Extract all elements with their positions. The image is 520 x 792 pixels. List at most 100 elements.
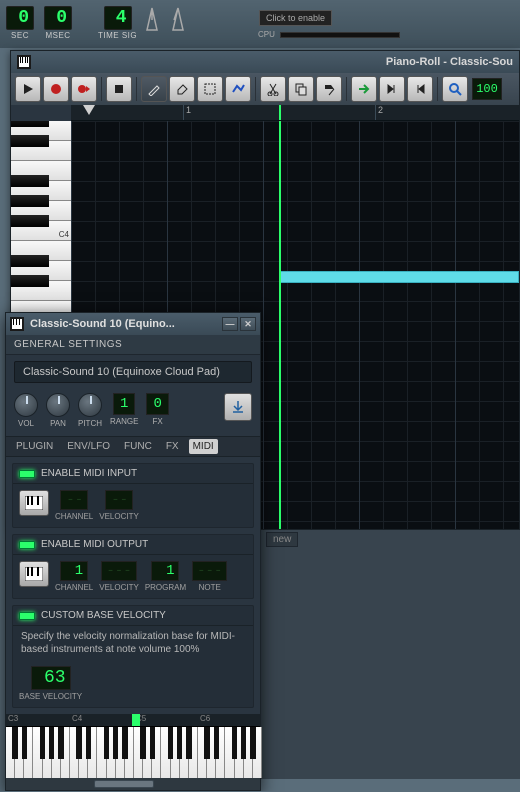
midi-out-program[interactable]: 1 (151, 561, 179, 581)
mini-black-key[interactable] (150, 727, 155, 759)
save-preset-button[interactable] (224, 393, 252, 421)
start-button[interactable] (407, 76, 433, 102)
mini-black-key[interactable] (214, 727, 219, 759)
midi-output-toggle[interactable] (19, 541, 35, 549)
mini-black-key[interactable] (86, 727, 91, 759)
pitch-label: PITCH (78, 419, 102, 428)
playhead[interactable] (279, 121, 281, 529)
black-key[interactable] (11, 135, 49, 147)
copy-button[interactable] (288, 76, 314, 102)
pitch-knob[interactable] (78, 393, 102, 417)
close-button[interactable]: ✕ (240, 317, 256, 331)
mini-black-key[interactable] (177, 727, 182, 759)
volume-knob[interactable] (14, 393, 38, 417)
black-key[interactable] (11, 275, 49, 287)
mini-black-key[interactable] (186, 727, 191, 759)
cut-button[interactable] (260, 76, 286, 102)
tab-func[interactable]: FUNC (120, 439, 156, 454)
tab-fx[interactable]: FX (162, 439, 183, 454)
tab-plugin[interactable]: PLUGIN (12, 439, 57, 454)
mini-keyboard[interactable] (6, 726, 260, 778)
sec-label: SEC (11, 31, 29, 40)
mini-black-key[interactable] (168, 727, 173, 759)
piano-roll-title: Piano-Roll - Classic-Sou (37, 56, 513, 68)
metronome-icon-2[interactable] (168, 6, 188, 34)
midi-out-channel[interactable]: 1 (60, 561, 88, 581)
mini-black-key[interactable] (250, 727, 255, 759)
mini-black-key[interactable] (241, 727, 246, 759)
black-key[interactable] (11, 215, 49, 227)
zoom-button[interactable] (442, 76, 468, 102)
midi-out-note[interactable]: --- (192, 561, 227, 581)
detune-tool-button[interactable] (225, 76, 251, 102)
paste-button[interactable] (316, 76, 342, 102)
instrument-icon (10, 317, 24, 331)
pan-knob[interactable] (46, 393, 70, 417)
instrument-tabs: PLUGIN ENV/LFO FUNC FX MIDI (6, 436, 260, 457)
draw-tool-button[interactable] (141, 76, 167, 102)
pan-label: PAN (50, 419, 66, 428)
mini-keyboard-scrollbar[interactable] (6, 778, 260, 790)
mini-black-key[interactable] (40, 727, 45, 759)
tab-midi[interactable]: MIDI (189, 439, 218, 454)
loop-marker[interactable] (279, 105, 281, 120)
record-step-button[interactable] (71, 76, 97, 102)
instrument-dialog: Classic-Sound 10 (Equino... — ✕ GENERAL … (5, 312, 261, 791)
play-button[interactable] (15, 76, 41, 102)
record-button[interactable] (43, 76, 69, 102)
volume-label: VOL (18, 419, 34, 428)
midi-output-device-button[interactable] (19, 561, 49, 587)
range-lcd[interactable]: 1 (113, 393, 135, 415)
midi-input-toggle[interactable] (19, 470, 35, 478)
midi-input-header: ENABLE MIDI INPUT (41, 468, 137, 479)
mini-black-key[interactable] (12, 727, 17, 759)
instrument-title: Classic-Sound 10 (Equino... (30, 318, 220, 330)
general-settings-header: GENERAL SETTINGS (6, 335, 260, 355)
midi-out-velocity[interactable]: --- (101, 561, 136, 581)
black-key[interactable] (11, 175, 49, 187)
zoom-value[interactable]: 100 (472, 78, 502, 100)
msec-lcd[interactable]: 0 (44, 6, 72, 30)
mini-black-key[interactable] (140, 727, 145, 759)
black-key[interactable] (11, 195, 49, 207)
black-key[interactable] (11, 121, 49, 127)
metronome-icon[interactable] (142, 6, 162, 34)
mini-black-key[interactable] (58, 727, 63, 759)
minimize-button[interactable]: — (222, 317, 238, 331)
piano-roll-titlebar[interactable]: Piano-Roll - Classic-Sou (11, 51, 519, 73)
mini-black-key[interactable] (22, 727, 27, 759)
mini-black-key[interactable] (76, 727, 81, 759)
base-velocity[interactable]: 63 (31, 666, 71, 690)
timesig-lcd[interactable]: 4 (104, 6, 132, 30)
mini-black-key[interactable] (232, 727, 237, 759)
preset-name[interactable]: Classic-Sound 10 (Equinoxe Cloud Pad) (14, 361, 252, 383)
scrollbar-thumb[interactable] (94, 780, 154, 788)
stop-button[interactable] (106, 76, 132, 102)
sec-lcd[interactable]: 0 (6, 6, 34, 30)
piano-roll-toolbar: 100 (11, 73, 519, 105)
midi-input-device-button[interactable] (19, 490, 49, 516)
msec-label: MSEC (45, 31, 70, 40)
bottom-tab-new[interactable]: new (266, 532, 298, 547)
tab-env[interactable]: ENV/LFO (63, 439, 114, 454)
playhead-marker-icon[interactable] (83, 105, 95, 115)
select-tool-button[interactable] (197, 76, 223, 102)
ruler-mark: 2 (375, 105, 383, 120)
end-button[interactable] (379, 76, 405, 102)
midi-note[interactable] (279, 271, 519, 283)
skip-next-button[interactable] (351, 76, 377, 102)
instrument-titlebar[interactable]: Classic-Sound 10 (Equino... — ✕ (6, 313, 260, 335)
midi-in-velocity[interactable]: -- (105, 490, 133, 510)
custom-velocity-toggle[interactable] (19, 612, 35, 620)
midi-in-channel[interactable]: -- (60, 490, 88, 510)
mini-black-key[interactable] (104, 727, 109, 759)
black-key[interactable] (11, 255, 49, 267)
timeline-ruler[interactable]: 1 2 (71, 105, 519, 121)
mini-black-key[interactable] (204, 727, 209, 759)
mini-black-key[interactable] (113, 727, 118, 759)
fx-lcd[interactable]: 0 (146, 393, 168, 415)
erase-tool-button[interactable] (169, 76, 195, 102)
mini-black-key[interactable] (122, 727, 127, 759)
cpu-hint[interactable]: Click to enable (259, 10, 332, 26)
mini-black-key[interactable] (49, 727, 54, 759)
